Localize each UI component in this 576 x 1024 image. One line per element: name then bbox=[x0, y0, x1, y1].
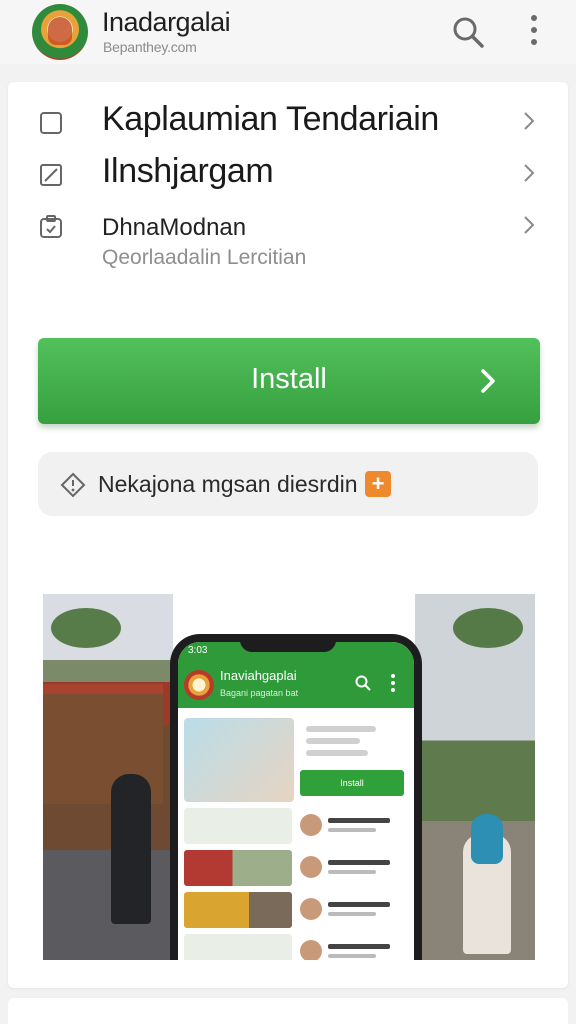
chevron-right-icon bbox=[518, 214, 540, 236]
install-button[interactable]: Install bbox=[38, 338, 540, 424]
palm-tree bbox=[453, 608, 523, 648]
person-figure bbox=[111, 774, 151, 924]
app-title: Inadargalai bbox=[102, 7, 231, 37]
menu-item-sublabel: Qeorlaadalin Lercitian bbox=[102, 246, 307, 269]
bottom-panel bbox=[8, 998, 568, 1024]
menu-item-label: Ilnshjargam bbox=[102, 152, 274, 190]
preview-title: Inaviahgaplai bbox=[220, 668, 297, 683]
diamond-info-icon bbox=[60, 472, 86, 498]
preview-app-bar: Inaviahgaplai Bagani pagatan bat bbox=[178, 660, 414, 708]
chevron-right-icon bbox=[474, 367, 502, 395]
feature-image bbox=[184, 718, 294, 802]
menu-item-kaplaumian[interactable]: Kaplaumian Tendariain bbox=[38, 100, 550, 144]
list-item bbox=[300, 892, 408, 928]
list-item bbox=[300, 850, 408, 886]
chevron-right-icon bbox=[518, 110, 540, 132]
notice-banner[interactable]: Nekajona mgsan diesrdin + bbox=[38, 452, 538, 516]
more-vertical-icon bbox=[388, 672, 398, 694]
palm-tree bbox=[51, 608, 121, 648]
install-button-label: Install bbox=[251, 363, 327, 395]
search-icon[interactable] bbox=[448, 12, 488, 52]
menu-item-ilnshjargam[interactable]: Ilnshjargam bbox=[38, 152, 550, 196]
list-thumbnail bbox=[184, 808, 292, 844]
preview-subtitle: Bagani pagatan bat bbox=[220, 688, 299, 698]
search-icon bbox=[354, 674, 372, 692]
preview-install-button: Install bbox=[300, 770, 404, 796]
phone-screen: 3:03 Inaviahgaplai Bagani pagatan bat In… bbox=[178, 642, 414, 960]
menu-item-label: DhnaModnan bbox=[102, 214, 247, 241]
menu-item-label: Kaplaumian Tendariain bbox=[102, 100, 439, 138]
app-bar: Inadargalai Bepanthey.com bbox=[0, 0, 576, 64]
app-preview-image: 3:03 Inaviahgaplai Bagani pagatan bat In… bbox=[43, 594, 535, 960]
hijab-figure bbox=[471, 814, 503, 864]
plus-icon[interactable]: + bbox=[365, 471, 391, 497]
phone-mockup: 3:03 Inaviahgaplai Bagani pagatan bat In… bbox=[170, 634, 422, 960]
emblem-logo bbox=[184, 670, 214, 700]
list-item bbox=[300, 934, 408, 960]
more-vertical-icon[interactable] bbox=[520, 10, 548, 50]
edit-icon bbox=[38, 162, 64, 188]
emblem-logo bbox=[32, 4, 88, 60]
content-card: Kaplaumian Tendariain Ilnshjargam DhnaMo… bbox=[8, 82, 568, 988]
clipboard-icon bbox=[38, 214, 64, 240]
list-thumbnail bbox=[184, 934, 292, 960]
menu-item-dhnamodnan[interactable]: DhnaModnan Qeorlaadalin Lercitian bbox=[38, 210, 550, 274]
phone-notch bbox=[240, 634, 336, 652]
list-item bbox=[300, 808, 408, 844]
list-thumbnail bbox=[184, 850, 292, 886]
checkbox-icon bbox=[38, 110, 64, 136]
chevron-right-icon bbox=[518, 162, 540, 184]
notice-text: Nekajona mgsan diesrdin bbox=[98, 471, 358, 497]
list-thumbnail bbox=[184, 892, 292, 928]
app-subtitle: Bepanthey.com bbox=[103, 39, 197, 55]
